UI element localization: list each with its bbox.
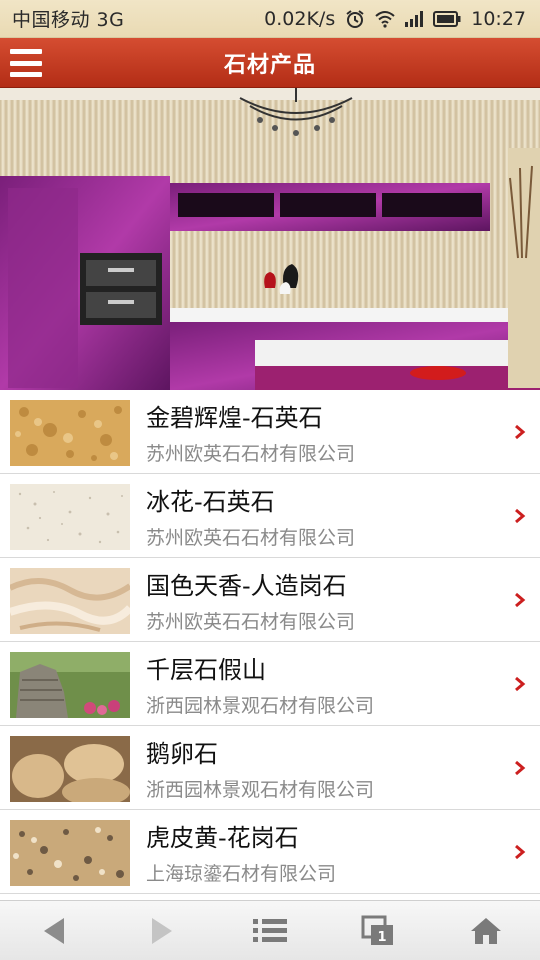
product-name: 冰花-石英石 <box>146 488 275 516</box>
chevron-right-icon <box>515 676 526 692</box>
clock: 10:27 <box>471 7 526 30</box>
layered-rockery-thumb <box>10 652 130 718</box>
chevron-right-icon <box>515 592 526 608</box>
product-name: 虎皮黄-花岗石 <box>146 824 299 852</box>
product-item[interactable]: 千层石假山 浙西园林景观石材有限公司 <box>0 642 540 726</box>
chevron-right-icon <box>515 424 526 440</box>
pebbles-thumb <box>10 736 130 802</box>
gold-quartz-thumb <box>10 400 130 466</box>
product-item[interactable]: 虎皮黄-花岗石 上海琼鎏石材有限公司 <box>0 810 540 894</box>
home-icon[interactable] <box>456 906 516 956</box>
product-item[interactable]: 冰花-石英石 苏州欧英石石材有限公司 <box>0 474 540 558</box>
battery-icon <box>433 10 461 27</box>
tiger-yellow-granite-thumb <box>10 820 130 886</box>
signal-icon <box>405 10 424 27</box>
list-icon[interactable] <box>240 906 300 956</box>
product-item[interactable]: 国色天香-人造岗石 苏州欧英石石材有限公司 <box>0 558 540 642</box>
product-name: 金碧辉煌-石英石 <box>146 404 323 432</box>
wifi-icon <box>375 10 395 28</box>
ice-flower-thumb <box>10 484 130 550</box>
product-name: 鹅卵石 <box>146 740 218 768</box>
product-item[interactable]: 鹅卵石 浙西园林景观石材有限公司 <box>0 726 540 810</box>
product-list: 金碧辉煌-石英石 苏州欧英石石材有限公司 冰花-石英石 苏州欧英石石材有限公司 <box>0 390 540 894</box>
company-name: 苏州欧英石石材有限公司 <box>146 527 356 549</box>
windows-icon[interactable]: 1 <box>348 906 408 956</box>
chevron-right-icon <box>515 760 526 776</box>
browser-toolbar: 1 <box>0 900 540 960</box>
page-title: 石材产品 <box>223 52 316 78</box>
company-name: 浙西园林景观石材有限公司 <box>146 779 375 801</box>
forward-arrow-icon[interactable] <box>132 906 192 956</box>
status-bar: 中国移动 3G 0.02K/s 10:27 <box>0 0 540 38</box>
window-count: 1 <box>377 930 386 945</box>
chevron-right-icon <box>515 844 526 860</box>
product-name: 千层石假山 <box>146 656 266 684</box>
network-speed: 0.02K/s <box>264 7 336 30</box>
product-name: 国色天香-人造岗石 <box>146 572 347 600</box>
banner-image[interactable] <box>0 88 540 390</box>
header-bar: 石材产品 <box>0 38 540 88</box>
menu-icon[interactable] <box>8 46 44 80</box>
status-indicators: 0.02K/s 10:27 <box>264 8 526 30</box>
company-name: 浙西园林景观石材有限公司 <box>146 695 375 717</box>
artificial-granite-thumb <box>10 568 130 634</box>
carrier-label: 中国移动 3G <box>12 9 125 31</box>
product-item[interactable]: 金碧辉煌-石英石 苏州欧英石石材有限公司 <box>0 390 540 474</box>
company-name: 苏州欧英石石材有限公司 <box>146 443 356 465</box>
company-name: 上海琼鎏石材有限公司 <box>146 863 337 885</box>
alarm-icon <box>346 9 364 28</box>
chevron-right-icon <box>515 508 526 524</box>
company-name: 苏州欧英石石材有限公司 <box>146 611 356 633</box>
back-arrow-icon[interactable] <box>24 906 84 956</box>
